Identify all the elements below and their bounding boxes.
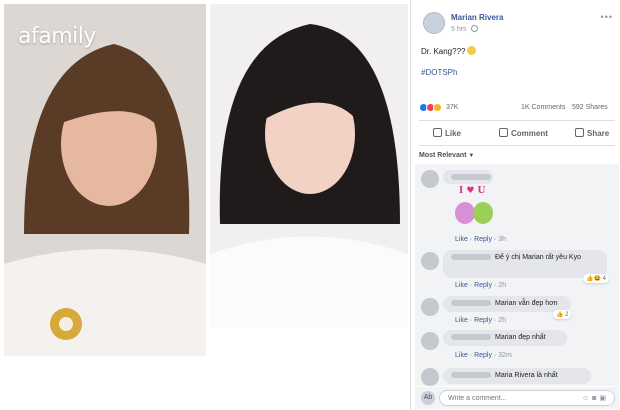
comment-avatar[interactable]: [421, 332, 439, 350]
shares-count[interactable]: 592 Shares: [572, 104, 608, 111]
chevron-down-icon: ▼: [468, 153, 475, 159]
comment-like-link[interactable]: Like: [455, 236, 468, 243]
comment-sticker: I ♥ U: [453, 186, 499, 234]
commenter-name-blurred: [451, 372, 491, 378]
comment-meta: Like · Reply · 3h: [455, 236, 507, 243]
emoji-icon[interactable]: ☺: [582, 395, 592, 402]
globe-icon: [470, 25, 478, 32]
comment-avatar[interactable]: [421, 170, 439, 188]
reaction-summary: 37K 1K Comments 592 Shares: [419, 102, 615, 116]
post-time[interactable]: 5 hrs: [451, 26, 467, 33]
comment-reactions[interactable]: 👍😆 4: [583, 274, 609, 283]
comment-bubble: Marian vẫn đẹp hơn: [443, 296, 571, 312]
reactions-count[interactable]: 37K: [446, 104, 458, 111]
comment-time[interactable]: 3h: [498, 236, 506, 243]
commenter-name-blurred: [451, 174, 491, 180]
comment-icon: [499, 128, 508, 137]
wow-reaction-icon: [433, 103, 442, 112]
comment-reply-link[interactable]: Reply: [474, 317, 492, 324]
portrait-left-illustration: [4, 4, 206, 356]
post-text: Dr. Kang???: [421, 46, 477, 56]
commenter-name-blurred: [451, 334, 491, 340]
comment-reply-link[interactable]: Reply: [474, 236, 492, 243]
share-button[interactable]: Share: [575, 128, 609, 138]
comment-like-link[interactable]: Like: [455, 282, 468, 289]
photo-collage: afamily: [0, 0, 410, 410]
comment-text: Marian vẫn đẹp hơn: [495, 300, 558, 307]
post-text-content: Dr. Kang???: [421, 47, 466, 56]
comment-composer: Ab ☺◙▣: [415, 387, 619, 409]
post-time-row: 5 hrs: [451, 25, 478, 33]
more-icon[interactable]: •••: [601, 12, 613, 22]
commenter-name-blurred: [451, 300, 491, 306]
comment-sort-dropdown[interactable]: Most Relevant ▼: [419, 152, 474, 159]
comment-bubble: Maria Rivera là nhất: [443, 368, 591, 384]
composer-avatar: Ab: [421, 391, 435, 405]
comment-reaction-count: 4: [602, 276, 606, 282]
sticker-bird-icon: [473, 202, 493, 224]
sticker-bird-icon: [455, 202, 475, 224]
comment-reactions[interactable]: 👍 2: [553, 310, 572, 319]
comment-time[interactable]: 2h: [498, 282, 506, 289]
comment-avatar[interactable]: [421, 252, 439, 270]
brand-logo: afamily: [18, 24, 96, 49]
photo-left: afamily: [4, 4, 206, 356]
comment-reply-link[interactable]: Reply: [474, 352, 492, 359]
comments-count[interactable]: 1K Comments: [521, 104, 565, 111]
comment-like-link[interactable]: Like: [455, 317, 468, 324]
share-icon: [575, 128, 584, 137]
comment-meta: Like · Reply · 2h: [455, 317, 507, 324]
comment-text: Marian đẹp nhất: [495, 334, 546, 341]
commenter-name-blurred: [451, 254, 491, 260]
like-button-label: Like: [445, 129, 462, 138]
comment-reply-link[interactable]: Reply: [474, 282, 492, 289]
comment-time[interactable]: 2h: [498, 317, 506, 324]
comment-reaction-count: 2: [565, 312, 569, 318]
gif-icon[interactable]: ▣: [599, 395, 609, 402]
comment-avatar[interactable]: [421, 298, 439, 316]
comment-button[interactable]: Comment: [499, 128, 548, 138]
author-name[interactable]: Marian Rivera: [451, 13, 503, 22]
sort-label: Most Relevant: [419, 152, 467, 159]
comments-list: I ♥ U Like · Reply · 3h Để ý chị Marian …: [415, 164, 619, 386]
comment-text: Maria Rivera là nhất: [495, 372, 558, 379]
comment-bubble: Marian đẹp nhất: [443, 330, 567, 346]
comment-bubble: Để ý chị Marian rất yêu Kyo: [443, 250, 607, 278]
comment-bubble: [443, 170, 493, 184]
comment-meta: Like · Reply · 2h: [455, 282, 507, 289]
photo-right: [210, 4, 408, 328]
comment-like-link[interactable]: Like: [455, 352, 468, 359]
sticker-text: I ♥ U: [459, 186, 486, 196]
facebook-post-panel: Marian Rivera 5 hrs ••• Dr. Kang??? #DOT…: [410, 0, 620, 410]
comment-button-label: Comment: [511, 129, 548, 138]
portrait-right-illustration: [210, 4, 408, 328]
post-hashtag[interactable]: #DOTSPh: [421, 68, 457, 77]
comment-meta: Like · Reply · 32m: [455, 352, 512, 359]
post-header: Marian Rivera 5 hrs •••: [419, 8, 615, 38]
comment-avatar[interactable]: [421, 368, 439, 386]
author-avatar[interactable]: [423, 12, 445, 34]
composer-tools: ☺◙▣: [582, 394, 609, 402]
thinking-emoji-icon: [467, 46, 477, 55]
action-bar: Like Comment Share: [419, 120, 615, 146]
comment-text: Để ý chị Marian rất yêu Kyo: [495, 254, 581, 261]
like-icon: [433, 128, 442, 137]
comment-time[interactable]: 32m: [498, 352, 512, 359]
share-button-label: Share: [587, 129, 610, 138]
like-button[interactable]: Like: [433, 128, 461, 138]
